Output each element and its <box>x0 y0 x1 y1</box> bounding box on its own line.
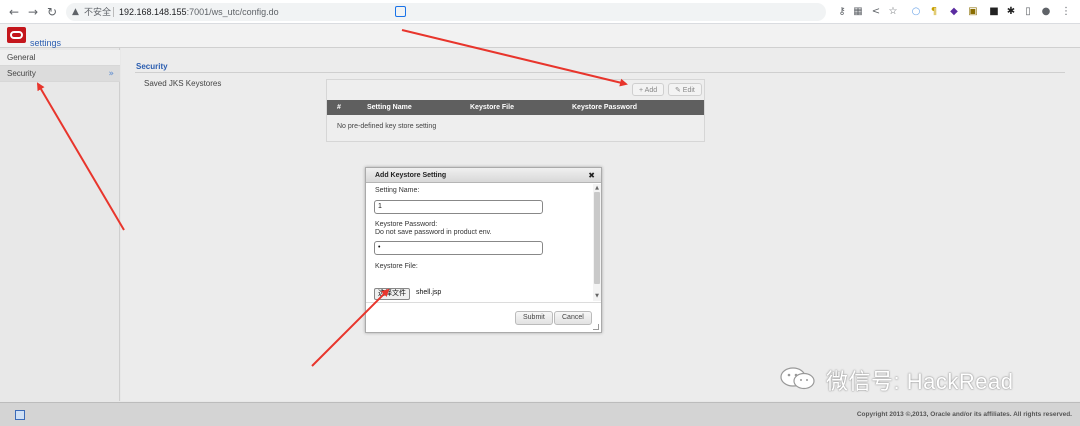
selected-file-name: shell.jsp <box>416 289 442 296</box>
cancel-button[interactable]: Cancel <box>554 311 592 325</box>
oracle-logo <box>7 27 26 43</box>
sidepanel-icon[interactable]: ▯ <box>1022 5 1034 19</box>
lens-icon[interactable] <box>395 6 406 17</box>
share-icon[interactable]: < <box>870 5 882 19</box>
grid-empty-message: No pre-defined key store setting <box>337 123 437 130</box>
url-host: 192.168.148.155 <box>119 7 187 17</box>
extension-square-icon[interactable]: ■ <box>988 5 1000 19</box>
extension-puzzle-icon[interactable]: ✱ <box>1005 5 1017 19</box>
setting-name-label: Setting Name: <box>375 187 420 194</box>
section-divider <box>135 72 1065 73</box>
dialog-title: Add Keystore Setting <box>375 172 447 179</box>
password-hint: Do not save password in product env. <box>375 229 492 236</box>
extension-circle-icon[interactable]: ○ <box>910 5 922 19</box>
setting-name-input[interactable]: 1 <box>374 200 543 214</box>
add-keystore-dialog: Add Keystore Setting ✖ Setting Name: 1 K… <box>365 167 602 333</box>
sidebar-item-label: General <box>7 53 36 62</box>
add-button[interactable]: + Add <box>632 83 665 96</box>
keystore-password-label: Keystore Password: <box>375 221 438 228</box>
close-icon[interactable]: ✖ <box>588 168 595 183</box>
dialog-scrollbar[interactable]: ▲ ▼ <box>593 184 601 301</box>
submit-button[interactable]: Submit <box>515 311 553 325</box>
choose-file-button[interactable]: 选择文件 <box>374 288 410 300</box>
copyright-text: Copyright 2013 ©,2013, Oracle and/or its… <box>856 411 1072 418</box>
sidebar-item-security[interactable]: Security » <box>0 66 120 82</box>
sidebar-item-general[interactable]: General <box>0 50 120 66</box>
dialog-titlebar[interactable]: Add Keystore Setting ✖ <box>366 168 601 183</box>
browser-toolbar: ← → ↻ ▲ 不安全 192.168.148.155:7001/ws_utc/… <box>0 0 1080 24</box>
column-header-keystore-file[interactable]: Keystore File <box>470 100 514 115</box>
column-header-keystore-password[interactable]: Keystore Password <box>572 100 637 115</box>
grid-header: # Setting Name Keystore File Keystore Pa… <box>327 100 704 115</box>
section-title: Security <box>136 62 168 71</box>
star-icon[interactable]: ☆ <box>887 5 899 19</box>
scrollbar-thumb[interactable] <box>594 192 600 284</box>
extension-shield-icon[interactable]: ◆ <box>948 5 960 19</box>
keystore-file-label: Keystore File: <box>375 263 418 270</box>
profile-icon[interactable]: ● <box>1040 5 1052 19</box>
resize-grip-icon[interactable] <box>593 324 599 330</box>
reload-icon[interactable]: ↻ <box>44 4 60 20</box>
edit-button[interactable]: ✎ Edit <box>668 83 702 96</box>
column-header-index[interactable]: # <box>337 100 341 115</box>
sidebar-item-label: Security <box>7 69 36 78</box>
app-header: settings <box>0 24 1080 48</box>
menu-icon[interactable]: ⋮ <box>1060 5 1072 19</box>
url-separator <box>113 7 114 17</box>
keystore-password-input[interactable]: • <box>374 241 543 255</box>
window-icon[interactable] <box>15 410 25 420</box>
watermark-text: 微信号: HackRead <box>826 369 1014 394</box>
scroll-down-icon[interactable]: ▼ <box>593 293 601 299</box>
extension-paragraph-icon[interactable]: ¶ <box>928 5 940 19</box>
dialog-footer: Submit Cancel <box>366 302 601 332</box>
forward-icon[interactable]: → <box>25 4 41 20</box>
url-text[interactable]: 192.168.148.155:7001/ws_utc/config.do <box>119 4 279 20</box>
insecure-label[interactable]: 不安全 <box>84 4 111 20</box>
scroll-up-icon[interactable]: ▲ <box>593 185 601 191</box>
wechat-logo-icon <box>780 367 815 390</box>
chevron-right-icon: » <box>108 69 114 79</box>
translate-icon[interactable]: ▦ <box>852 5 864 19</box>
keystore-grid: + Add ✎ Edit # Setting Name Keystore Fil… <box>326 79 705 142</box>
app-title: settings <box>30 38 62 48</box>
column-header-setting-name[interactable]: Setting Name <box>367 100 412 115</box>
url-path: :7001/ws_utc/config.do <box>186 7 279 17</box>
extension-badge-icon[interactable]: ▣ <box>967 5 979 19</box>
warning-icon[interactable]: ▲ <box>72 4 79 20</box>
footer: Copyright 2013 ©,2013, Oracle and/or its… <box>0 402 1080 426</box>
back-icon[interactable]: ← <box>6 4 22 20</box>
sidebar: General Security » <box>0 48 120 401</box>
key-icon[interactable]: ⚷ <box>836 5 848 19</box>
dialog-body: Setting Name: 1 Keystore Password: Do no… <box>366 184 593 301</box>
saved-keystores-label: Saved JKS Keystores <box>144 79 222 88</box>
